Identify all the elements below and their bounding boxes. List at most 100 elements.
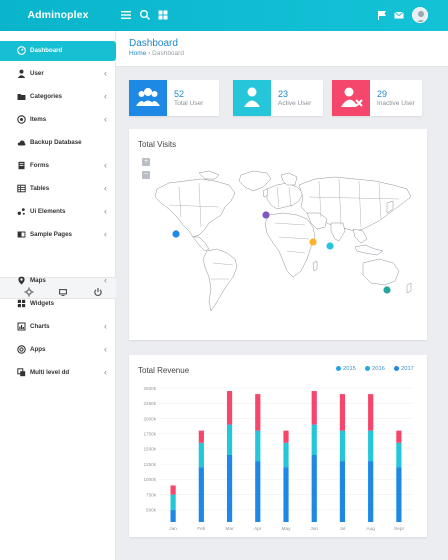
bar-segment-2016[interactable] [396,442,402,468]
region-madagascar [312,260,318,272]
bar-segment-2016[interactable] [170,494,176,510]
bar-segment-2016[interactable] [311,424,317,455]
bar-segment-2015[interactable] [396,430,402,443]
region-africa [264,212,316,278]
region-new-zealand [406,282,412,294]
chevron-left-icon: ‹ [104,344,107,354]
sidebar-item-label: Tables [30,185,50,192]
bar-segment-2015[interactable] [255,394,261,431]
menu-toggle-icon[interactable] [120,8,134,22]
bar-segment-2015[interactable] [198,430,204,443]
sidebar-item-ui-elements[interactable]: Ui Elements ‹ [0,202,116,222]
x-tick-label: Aug [366,526,375,532]
sidebar-item-charts[interactable]: Charts ‹ [0,317,116,337]
sidebar-item-sample-pages[interactable]: Sample Pages ‹ [0,225,116,245]
map-marker[interactable] [172,230,180,238]
total-revenue-panel: Total Revenue 2015 2016 2017 500k 750k 100… [129,355,427,537]
multi-level-icon [17,368,26,377]
bar-segment-2016[interactable] [339,430,346,462]
grid-apps-icon[interactable] [157,8,171,22]
map-marker-icon [17,276,26,285]
folder-icon [17,92,26,101]
sidebar-item-label: Widgets [30,300,55,307]
sidebar-item-user[interactable]: User ‹ [0,64,116,84]
sidebar-item-widgets[interactable]: Widgets [0,294,116,314]
bar-segment-2015[interactable] [311,391,317,425]
bar-segment-2015[interactable] [226,391,233,425]
sidebar-item-multi-level-dd[interactable]: Multi level dd ‹ [0,363,116,383]
map-marker[interactable] [383,286,391,294]
bar-segment-2017[interactable] [368,461,374,522]
map-marker[interactable] [326,242,334,250]
zoom-in-button[interactable]: + [142,158,150,166]
sidebar-item-maps[interactable]: Maps ‹ [0,271,116,291]
sidebar: Dashboard User ‹ Categories ‹ Items ‹ Ba… [0,31,116,560]
bar-segment-2016[interactable] [255,430,261,462]
bar-segment-2016[interactable] [226,424,233,455]
x-tick-label: Jun [310,526,318,532]
bar-segment-2016[interactable] [368,430,374,462]
bar-segment-2017[interactable] [396,467,402,522]
region-north-america [154,178,236,238]
sidebar-item-categories[interactable]: Categories ‹ [0,87,116,107]
page-header [116,31,448,67]
search-icon[interactable] [139,8,153,22]
chevron-left-icon: ‹ [104,68,107,78]
bar-segment-2015[interactable] [368,394,374,431]
chevron-left-icon: ‹ [104,321,107,331]
chevron-left-icon: ‹ [104,114,107,124]
stat-card-total-user[interactable]: 52 Total User [129,80,219,116]
mail-icon[interactable] [393,8,407,22]
sidebar-item-label: Apps [30,346,46,353]
y-tick-label: 1750k [143,431,156,436]
bar-segment-2017[interactable] [339,461,346,522]
bar-segment-2017[interactable] [283,467,289,522]
bar-segment-2017[interactable] [255,461,261,522]
region-australia [362,258,400,286]
chevron-left-icon: ‹ [104,229,107,239]
avatar[interactable] [412,7,428,23]
map-marker[interactable] [309,238,317,246]
bar-segment-2017[interactable] [226,455,233,522]
sidebar-item-apps[interactable]: Apps ‹ [0,340,116,360]
y-tick-label: 1500k [143,447,156,452]
widgets-icon [17,299,26,308]
bar-segment-2017[interactable] [311,455,317,522]
stat-value: 52 [174,89,185,99]
brand-logo[interactable]: Adminoplex [0,0,116,31]
users-group-icon [129,80,167,116]
sidebar-item-label: Categories [30,93,62,100]
bar-segment-2017[interactable] [198,467,204,522]
stat-card-active-user[interactable]: 23 Active User [233,80,323,116]
x-tick-label: May [281,526,291,532]
stat-card-inactive-user[interactable]: 29 Inactive User [332,80,422,116]
y-tick-label: 2500k [143,386,156,391]
world-map[interactable] [149,167,419,317]
region-southeast-asia [352,228,368,244]
flag-icon[interactable] [376,8,390,22]
bar-segment-2015[interactable] [283,430,289,443]
bar-segment-2016[interactable] [198,442,204,468]
sidebar-item-items[interactable]: Items ‹ [0,110,116,130]
chevron-left-icon: ‹ [104,91,107,101]
stat-value: 29 [377,89,388,99]
chevron-left-icon: ‹ [104,206,107,216]
y-tick-label: 750k [146,492,157,497]
chart-icon [17,322,26,331]
bar-segment-2016[interactable] [283,442,289,468]
map-marker[interactable] [262,211,270,219]
user-remove-icon [332,80,370,116]
region-europe [266,182,304,210]
bar-segment-2015[interactable] [339,394,346,431]
sidebar-item-dashboard[interactable]: Dashboard [0,41,116,61]
sidebar-item-label: Items [30,116,47,123]
sidebar-item-backup-database[interactable]: Backup Database [0,133,116,153]
breadcrumb-home-link[interactable]: Home [129,50,146,57]
sidebar-item-forms[interactable]: Forms ‹ [0,156,116,176]
bar-segment-2015[interactable] [170,485,176,495]
x-tick-label: Mar [225,526,234,532]
sidebar-item-tables[interactable]: Tables ‹ [0,179,116,199]
x-tick-label: Jul [339,526,345,532]
panel-title: Total Visits [138,140,177,149]
bar-segment-2017[interactable] [170,509,176,522]
